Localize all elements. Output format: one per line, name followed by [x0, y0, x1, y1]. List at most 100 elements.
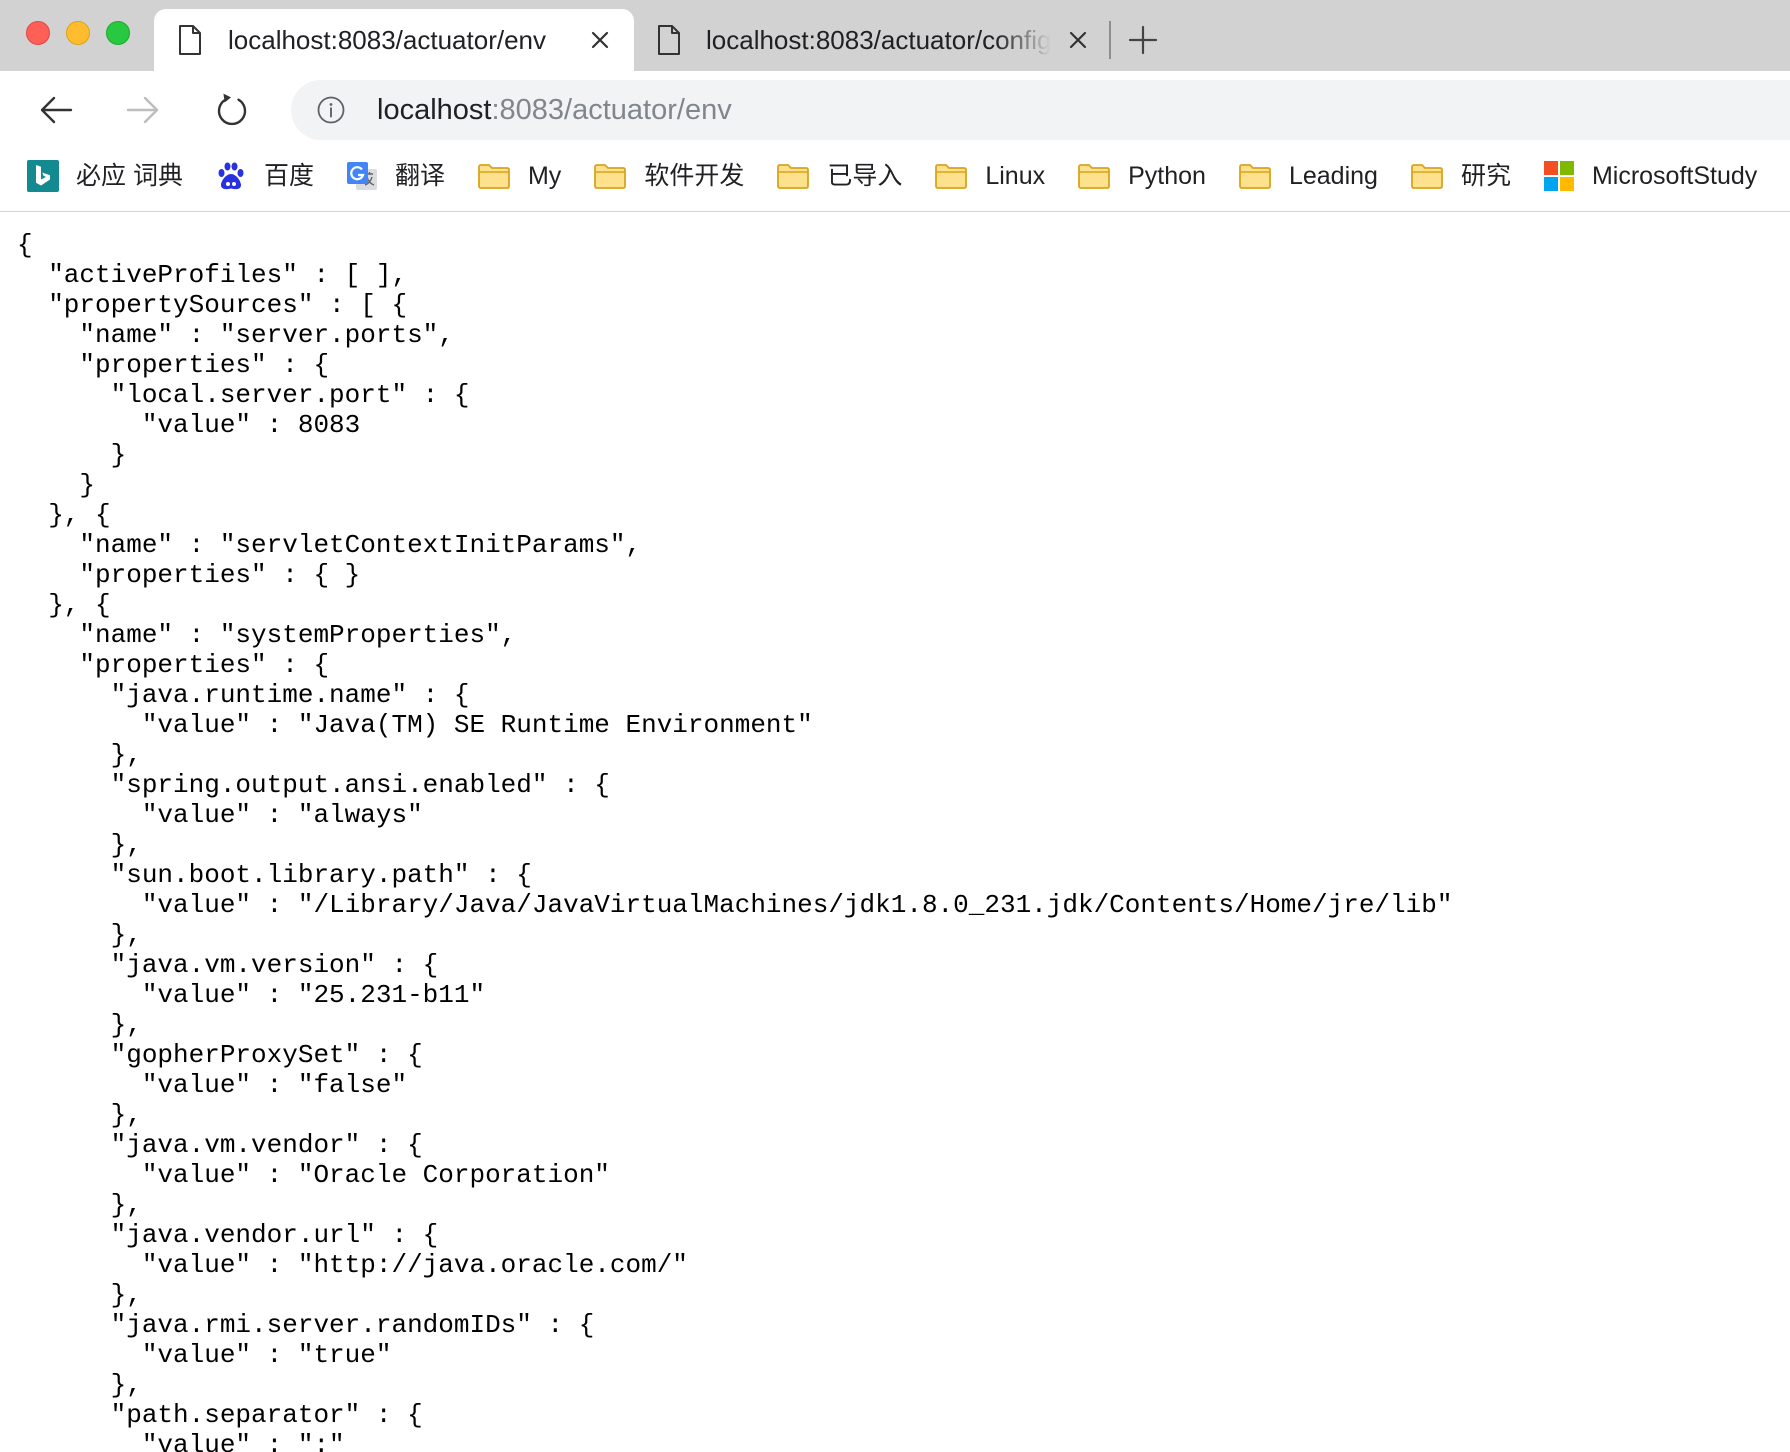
- tab-separator: [1109, 21, 1111, 59]
- json-line: },: [17, 1190, 142, 1220]
- bookmark-translate[interactable]: 翻译: [346, 160, 445, 192]
- folder-icon: [1238, 162, 1272, 190]
- forward-arrow-icon[interactable]: [123, 90, 163, 130]
- json-line: },: [17, 920, 142, 950]
- back-arrow-icon[interactable]: [36, 90, 76, 130]
- google-translate-icon: [346, 160, 378, 192]
- json-line: "value" : ":": [17, 1430, 345, 1452]
- bookmark-folder-research[interactable]: 研究: [1410, 161, 1511, 191]
- json-line: "path.separator" : {: [17, 1400, 423, 1430]
- json-line: "value" : "false": [17, 1070, 408, 1100]
- tab-title: localhost:8083/actuator/env: [228, 25, 546, 55]
- folder-icon: [1410, 162, 1444, 190]
- json-line: "properties" : {: [17, 350, 330, 380]
- tab-close-icon[interactable]: [590, 30, 610, 50]
- json-line: "value" : "true": [17, 1340, 392, 1370]
- json-line: "value" : "25.231-b11": [17, 980, 486, 1010]
- json-line: "activeProfiles" : [ ],: [17, 260, 408, 290]
- bookmark-folder-leading[interactable]: Leading: [1238, 161, 1378, 191]
- address-bar[interactable]: localhost:8083/actuator/env: [291, 80, 1790, 140]
- json-line: "value" : "Oracle Corporation": [17, 1160, 610, 1190]
- json-line: "name" : "systemProperties",: [17, 620, 517, 650]
- json-line: "name" : "servletContextInitParams",: [17, 530, 642, 560]
- file-icon: [656, 24, 682, 56]
- json-line: "java.rmi.server.randomIDs" : {: [17, 1310, 595, 1340]
- json-line: "value" : "Java(TM) SE Runtime Environme…: [17, 710, 813, 740]
- window-close-button[interactable]: [26, 21, 50, 45]
- json-line: "value" : "always": [17, 800, 423, 830]
- bookmark-label: 百度: [263, 162, 314, 190]
- folder-icon: [593, 162, 627, 190]
- folder-icon: [477, 162, 511, 190]
- bookmark-label: 翻译: [394, 162, 445, 190]
- bookmark-folder-software-dev[interactable]: 软件开发: [593, 161, 744, 191]
- json-line: }, {: [17, 590, 111, 620]
- bookmarks-bar: 必应 词典 百度 翻译 My 软件开发 已导入 Linux Python Lea…: [0, 146, 1790, 212]
- tab-title: localhost:8083/actuator/config: [706, 25, 1051, 55]
- bookmark-folder-my[interactable]: My: [477, 161, 561, 191]
- json-line: },: [17, 740, 142, 770]
- bookmark-label: 研究: [1460, 162, 1511, 190]
- json-line: "properties" : { }: [17, 560, 361, 590]
- baidu-icon: [215, 160, 247, 192]
- json-document: { "activeProfiles" : [ ], "propertySourc…: [0, 212, 1790, 1452]
- microsoft-icon: [1543, 160, 1575, 192]
- tab-strip: localhost:8083/actuator/env localhost:80…: [0, 0, 1790, 71]
- bookmark-label: Leading: [1288, 162, 1378, 190]
- bookmark-label: 已导入: [827, 162, 903, 190]
- json-line: "value" : "http://java.oracle.com/": [17, 1250, 688, 1280]
- json-line: },: [17, 1370, 142, 1400]
- json-line: }: [17, 440, 127, 470]
- folder-icon: [776, 162, 810, 190]
- browser-toolbar: localhost:8083/actuator/env: [0, 71, 1790, 146]
- json-line: "sun.boot.library.path" : {: [17, 860, 532, 890]
- bookmark-folder-linux[interactable]: Linux: [934, 161, 1045, 191]
- bing-icon: [27, 160, 59, 192]
- json-line: {: [17, 230, 33, 260]
- page-content: { "activeProfiles" : [ ], "propertySourc…: [0, 212, 1790, 1452]
- bookmark-label: 必应 词典: [76, 162, 183, 190]
- json-line: },: [17, 1100, 142, 1130]
- folder-icon: [934, 162, 968, 190]
- json-line: "local.server.port" : {: [17, 380, 470, 410]
- json-line: },: [17, 1280, 142, 1310]
- bookmark-label: 软件开发: [644, 162, 745, 190]
- json-line: "properties" : {: [17, 650, 330, 680]
- json-line: "name" : "server.ports",: [17, 320, 454, 350]
- bookmark-baidu[interactable]: 百度: [215, 160, 314, 192]
- site-info-icon[interactable]: [316, 95, 346, 125]
- json-line: "java.vm.version" : {: [17, 950, 439, 980]
- json-line: }, {: [17, 500, 111, 530]
- json-line: "java.runtime.name" : {: [17, 680, 470, 710]
- tab-actuator-config[interactable]: localhost:8083/actuator/config: [634, 9, 1107, 71]
- json-line: "gopherProxySet" : {: [17, 1040, 423, 1070]
- json-line: "value" : "/Library/Java/JavaVirtualMach…: [17, 890, 1453, 920]
- tab-actuator-env[interactable]: localhost:8083/actuator/env: [154, 9, 634, 71]
- bookmark-label: MicrosoftStudy: [1591, 162, 1758, 190]
- json-line: "java.vm.vendor" : {: [17, 1130, 423, 1160]
- json-line: },: [17, 830, 142, 860]
- bookmark-folder-python[interactable]: Python: [1077, 161, 1206, 191]
- bookmark-bing-dictionary[interactable]: 必应 词典: [27, 160, 183, 192]
- bookmark-microsoft-study[interactable]: MicrosoftStudy: [1543, 160, 1757, 192]
- json-line: "propertySources" : [ {: [17, 290, 408, 320]
- json-line: "value" : 8083: [17, 410, 361, 440]
- bookmark-label: Linux: [985, 162, 1046, 190]
- url-text[interactable]: localhost:8083/actuator/env: [377, 80, 732, 140]
- new-tab-plus-icon[interactable]: [1128, 25, 1158, 55]
- bookmark-label: Python: [1128, 162, 1206, 190]
- url-path: :8083/actuator/env: [491, 94, 732, 126]
- bookmark-folder-imported[interactable]: 已导入: [776, 161, 902, 191]
- json-line: }: [17, 470, 96, 500]
- window-zoom-button[interactable]: [106, 21, 130, 45]
- bookmark-label: My: [527, 162, 562, 190]
- reload-icon[interactable]: [212, 90, 252, 130]
- json-line: "spring.output.ansi.enabled" : {: [17, 770, 610, 800]
- json-line: },: [17, 1010, 142, 1040]
- tab-close-icon[interactable]: [1068, 30, 1088, 50]
- file-icon: [177, 24, 203, 56]
- window-minimize-button[interactable]: [66, 21, 90, 45]
- url-host: localhost: [377, 94, 492, 126]
- json-line: "java.vendor.url" : {: [17, 1220, 439, 1250]
- folder-icon: [1077, 162, 1111, 190]
